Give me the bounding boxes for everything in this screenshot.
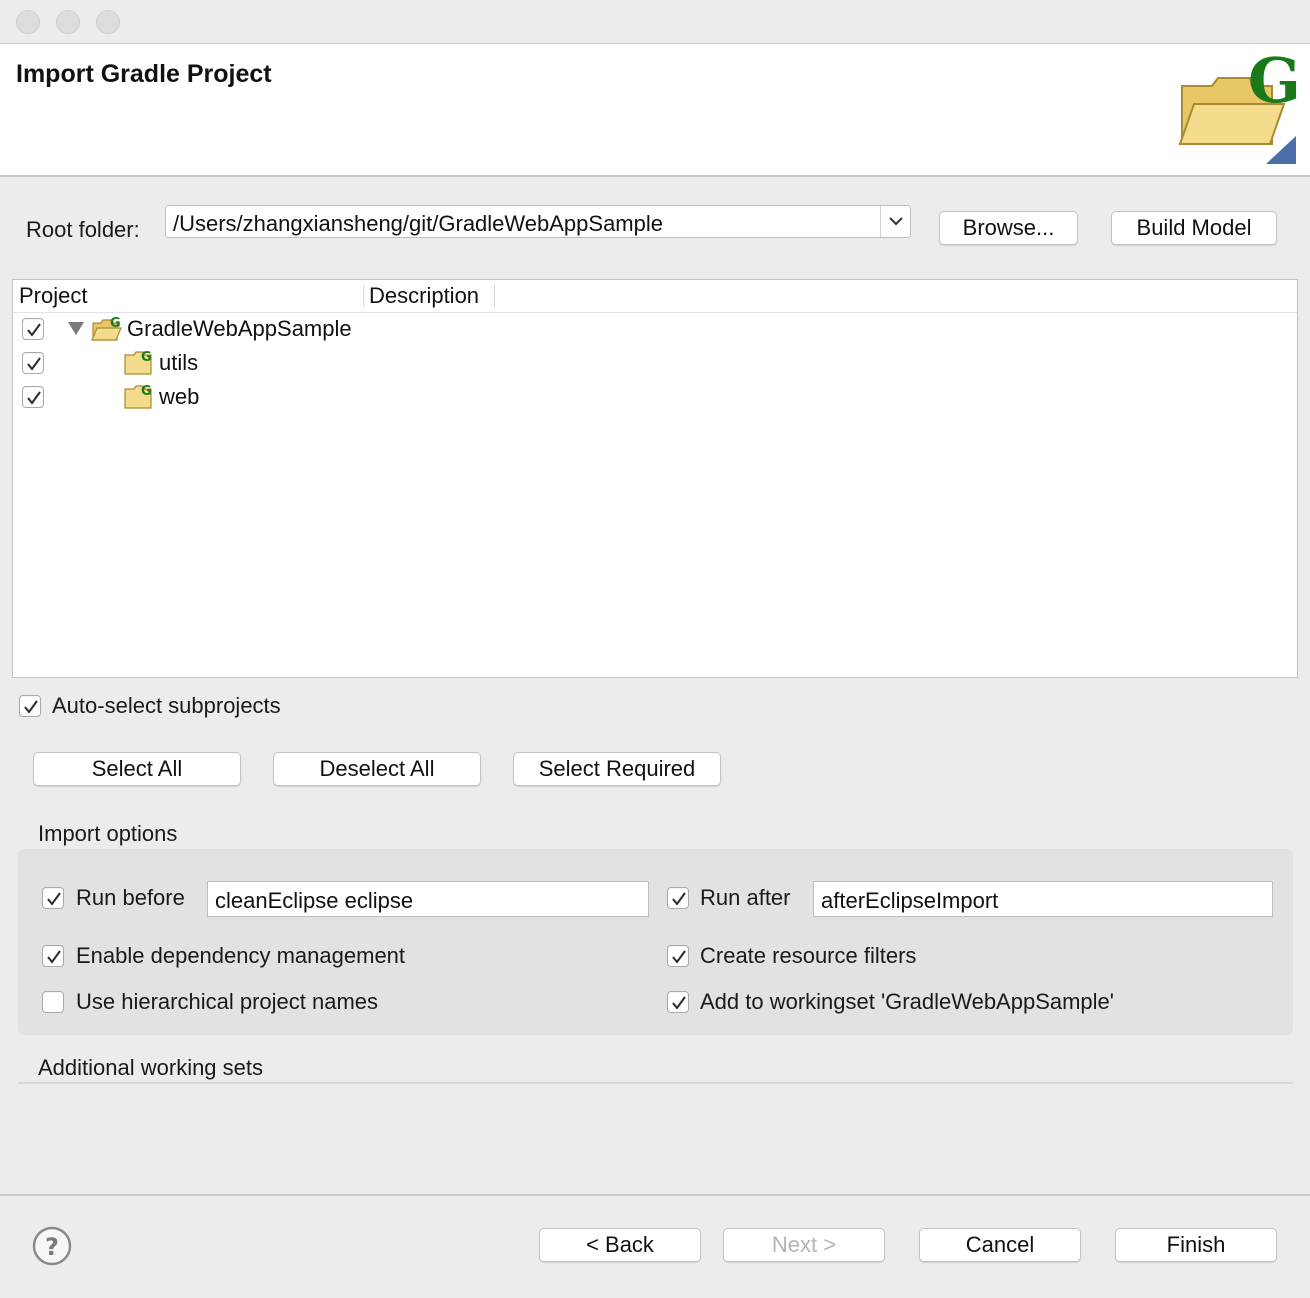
table-row[interactable]: G GradleWebAppSample xyxy=(13,313,1297,347)
add-workingset-label[interactable]: Add to workingset 'GradleWebAppSample' xyxy=(700,989,1114,1015)
run-after-label[interactable]: Run after xyxy=(700,885,791,911)
root-folder-combo[interactable]: /Users/zhangxiansheng/git/GradleWebAppSa… xyxy=(165,205,911,238)
svg-text:G: G xyxy=(110,316,121,331)
import-options-group: Run before cleanEclipse eclipse Run afte… xyxy=(18,849,1293,1035)
run-after-checkbox[interactable] xyxy=(667,887,689,909)
svg-text:G: G xyxy=(141,350,152,365)
import-options-title: Import options xyxy=(38,821,178,846)
run-before-checkbox[interactable] xyxy=(42,887,64,909)
run-after-value: afterEclipseImport xyxy=(821,888,999,913)
close-window-button[interactable] xyxy=(16,10,40,34)
table-header: Project Description xyxy=(13,280,1297,313)
project-table[interactable]: Project Description G GradleWebAppSample xyxy=(12,279,1298,678)
hierarchical-names-label[interactable]: Use hierarchical project names xyxy=(76,989,378,1015)
row-project-name: GradleWebAppSample xyxy=(127,316,352,341)
row-project-name: web xyxy=(159,384,200,409)
browse-button[interactable]: Browse... xyxy=(939,211,1078,245)
checkmark-icon xyxy=(47,950,61,964)
zoom-window-button[interactable] xyxy=(96,10,120,34)
enable-dependency-label[interactable]: Enable dependency management xyxy=(76,943,405,969)
resource-filters-checkbox[interactable] xyxy=(667,945,689,967)
page-title: Import Gradle Project xyxy=(16,60,272,88)
wizard-banner: Import Gradle Project G xyxy=(0,44,1310,177)
run-before-label[interactable]: Run before xyxy=(76,885,185,911)
root-folder-label: Root folder: xyxy=(26,217,140,242)
checkmark-icon xyxy=(47,892,61,906)
column-divider[interactable] xyxy=(363,285,364,307)
svg-text:G: G xyxy=(1248,46,1301,117)
cancel-button[interactable]: Cancel xyxy=(919,1228,1081,1262)
add-workingset-checkbox[interactable] xyxy=(667,991,689,1013)
back-button[interactable]: < Back xyxy=(539,1228,701,1262)
footer-divider xyxy=(0,1194,1310,1196)
table-row[interactable]: G utils xyxy=(13,347,1297,381)
build-model-button[interactable]: Build Model xyxy=(1111,211,1277,245)
resource-filters-label[interactable]: Create resource filters xyxy=(700,943,916,969)
checkmark-icon xyxy=(27,323,41,337)
row-checkbox[interactable] xyxy=(22,352,44,374)
gradle-folder-icon: G xyxy=(1172,44,1310,168)
checkmark-icon xyxy=(672,950,686,964)
run-before-value: cleanEclipse eclipse xyxy=(215,888,414,913)
additional-working-sets-group xyxy=(18,1082,1293,1084)
finish-button[interactable]: Finish xyxy=(1115,1228,1277,1262)
svg-text:G: G xyxy=(141,384,152,399)
row-checkbox[interactable] xyxy=(22,386,44,408)
hierarchical-names-checkbox[interactable] xyxy=(42,991,64,1013)
auto-select-checkbox[interactable] xyxy=(19,695,41,717)
next-button[interactable]: Next > xyxy=(723,1228,885,1262)
select-required-button[interactable]: Select Required xyxy=(513,752,721,786)
checkmark-icon xyxy=(672,996,686,1010)
checkmark-icon xyxy=(27,391,41,405)
question-mark-icon[interactable]: ? xyxy=(32,1226,72,1266)
title-bar xyxy=(0,0,1310,44)
table-row[interactable]: G web xyxy=(13,381,1297,415)
auto-select-label[interactable]: Auto-select subprojects xyxy=(52,693,281,719)
svg-text:?: ? xyxy=(45,1233,59,1261)
column-divider[interactable] xyxy=(494,285,495,307)
checkmark-icon xyxy=(24,700,38,714)
checkmark-icon xyxy=(672,892,686,906)
gradle-folder-open-icon: G xyxy=(91,315,125,343)
import-gradle-dialog: Import Gradle Project G Root folder: /Us… xyxy=(0,0,1310,1298)
column-header-project[interactable]: Project xyxy=(19,283,87,309)
select-all-button[interactable]: Select All xyxy=(33,752,241,786)
row-project-name: utils xyxy=(159,350,199,375)
root-folder-value: /Users/zhangxiansheng/git/GradleWebAppSa… xyxy=(173,211,663,236)
minimize-window-button[interactable] xyxy=(56,10,80,34)
additional-working-sets-title: Additional working sets xyxy=(38,1055,264,1080)
column-header-description[interactable]: Description xyxy=(369,283,479,309)
tree-expand-icon[interactable] xyxy=(68,322,84,335)
run-after-field[interactable]: afterEclipseImport xyxy=(813,881,1273,917)
checkmark-icon xyxy=(27,357,41,371)
gradle-folder-icon: G xyxy=(123,383,157,411)
chevron-down-icon[interactable] xyxy=(880,206,910,237)
enable-dependency-checkbox[interactable] xyxy=(42,945,64,967)
gradle-folder-icon: G xyxy=(123,349,157,377)
deselect-all-button[interactable]: Deselect All xyxy=(273,752,481,786)
run-before-field[interactable]: cleanEclipse eclipse xyxy=(207,881,649,917)
row-checkbox[interactable] xyxy=(22,318,44,340)
